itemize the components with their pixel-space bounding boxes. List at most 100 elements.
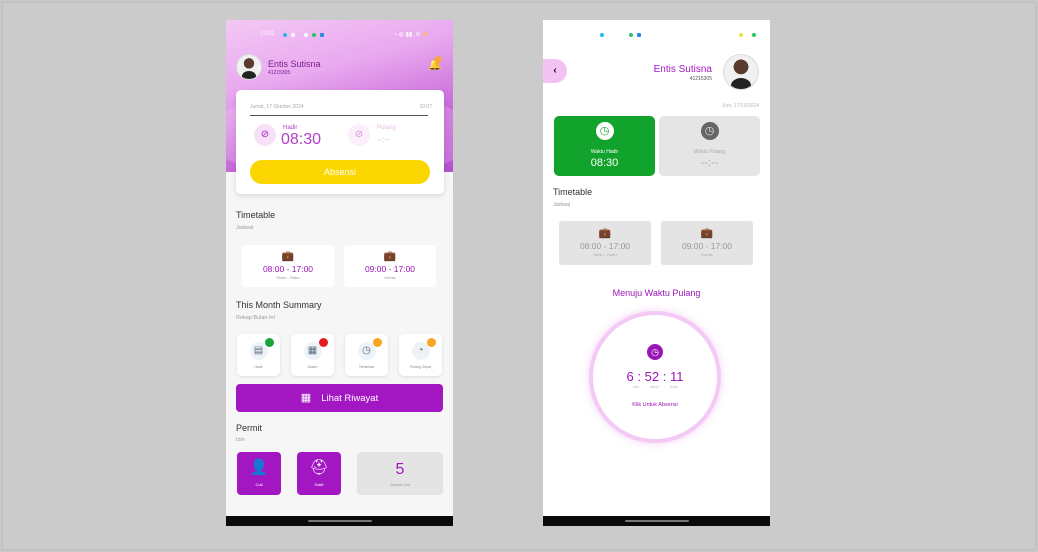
user-name: Entis Sutisna	[268, 59, 321, 69]
timetable-item[interactable]: 💼 09:00 - 17:00 Kamis	[661, 221, 753, 265]
history-button-label: Lihat Riwayat	[321, 393, 379, 404]
divider	[250, 115, 428, 116]
absensi-button[interactable]: Absensi	[250, 160, 430, 184]
check-out-label: Waktu Pulang	[694, 149, 725, 155]
status-dot-icon	[283, 33, 287, 37]
briefcase-clock-icon: 💼	[383, 251, 397, 262]
calendar-grid-icon: ▦	[300, 392, 312, 404]
attendance-card: Jumat, 17 Oktober 2024 10:07 ⊘ Hadir 08:…	[236, 90, 444, 194]
check-circle-icon: ⊘	[254, 124, 276, 146]
badge	[318, 338, 328, 347]
avatar[interactable]	[723, 54, 759, 90]
status-dot-icon	[291, 33, 295, 37]
navigation-bar	[543, 516, 770, 526]
home-handle[interactable]	[624, 520, 689, 522]
status-time: 10:01	[260, 31, 276, 37]
click-hint: Klik Untuk Absensi	[632, 402, 678, 408]
countdown-button[interactable]: ◷ 6 : 52 : 11 Jam Menit Detik Klik Untuk…	[589, 311, 721, 443]
calendar-icon: ▦	[303, 338, 328, 360]
check-out-card: ◷ Waktu Pulang --:--	[659, 116, 760, 176]
timetable-item[interactable]: 💼 09:00 - 17:00 Kamis	[344, 245, 436, 287]
status-dot-icon	[739, 33, 743, 37]
timetable-days: Kamis	[701, 252, 713, 257]
clock-alarm-icon: ◷	[357, 338, 382, 360]
briefcase-clock-icon: 💼	[700, 228, 714, 239]
home-handle[interactable]	[307, 520, 372, 522]
check-circle-icon: ⊘	[348, 124, 370, 146]
history-button[interactable]: ▦ Lihat Riwayat	[236, 384, 443, 412]
timetable-subtitle: Jadwal	[236, 225, 254, 231]
badge	[426, 338, 436, 347]
check-in-time: 08:30	[281, 131, 322, 148]
attendance-clock: 10:07	[419, 104, 432, 110]
attendance-date: Jumat, 17 Oktober 2024	[250, 104, 304, 110]
summary-label: Hadir	[254, 365, 263, 369]
status-dot-icon	[600, 33, 604, 37]
summary-pulang-cepat[interactable]: ◔ Pulang Cepat	[399, 334, 442, 376]
timetable-days: Senin - Rabu	[593, 252, 617, 257]
timetable-title: Timetable	[553, 187, 593, 197]
check-in-card: ◷ Waktu Hadir 08:30	[554, 116, 655, 176]
summary-subtitle: Rekap Bulan Ini	[236, 315, 275, 321]
summary-terlambat[interactable]: ◷ Terlambat	[345, 334, 388, 376]
permit-title: Permit	[236, 423, 263, 433]
timetable-days: Kamis	[384, 275, 396, 280]
user-clock-icon: 👤	[249, 459, 269, 476]
user-id: 41215305	[689, 76, 712, 82]
user-name: Entis Sutisna	[653, 64, 712, 75]
check-in-label: Waktu Hadir	[590, 149, 619, 155]
status-dot-icon	[629, 33, 633, 37]
status-dot-icon	[637, 33, 641, 37]
timetable-time: 09:00 - 17:00	[681, 241, 733, 251]
check-out-time: --:--	[377, 135, 390, 144]
summary-label: Terlambat	[358, 365, 375, 369]
date-label: Jum, 17/10/2024	[721, 103, 759, 109]
status-bar: 10:01 ▪ ◍ ▮▮ .ıll ⚡	[226, 20, 453, 50]
countdown-value: 6 : 52 : 11	[626, 369, 684, 384]
user-id: 41215305	[268, 70, 291, 76]
permit-total-value: 5	[395, 461, 405, 478]
clock-icon: ◷	[700, 122, 719, 140]
summary-title: This Month Summary	[236, 300, 322, 310]
clock-alarm-icon: ◔	[411, 338, 436, 360]
summary-hadir[interactable]: ▤ Hadir	[237, 334, 280, 376]
dashboard-screen: 10:01 ▪ ◍ ▮▮ .ıll ⚡ Entis Sutisna 412153…	[226, 20, 453, 526]
timetable-title: Timetable	[236, 210, 276, 220]
summary-label: Absen	[307, 365, 318, 369]
permit-subtitle: Izin	[236, 437, 245, 443]
navigation-bar	[226, 516, 453, 526]
status-dot-icon	[320, 33, 324, 37]
timetable-time: 08:00 - 17:00	[262, 264, 314, 274]
status-dot-icon	[752, 33, 756, 37]
sakit-button[interactable]: ⛑ Sakit	[297, 452, 341, 495]
status-dot-icon	[304, 33, 308, 37]
timetable-item[interactable]: 💼 08:00 - 17:00 Senin - Rabu	[559, 221, 651, 265]
cuti-label: Cuti	[255, 482, 263, 487]
badge	[264, 338, 274, 347]
check-in-time: 08:30	[590, 157, 619, 169]
cuti-button[interactable]: 👤 Cuti	[237, 452, 281, 495]
check-out-label: Pulang	[377, 125, 396, 131]
timetable-time: 09:00 - 17:00	[364, 264, 416, 274]
check-out-time: --:--	[700, 157, 719, 169]
timetable-subtitle: Jadwal	[553, 202, 571, 208]
permit-total: 5 Jumlah Izin	[357, 452, 443, 495]
briefcase-clock-icon: 💼	[281, 251, 295, 262]
clipboard-icon: ▤	[249, 338, 274, 360]
canvas-background	[2, 2, 1036, 550]
clock-icon: ◷	[595, 122, 614, 140]
timetable-days: Senin - Rabu	[276, 275, 300, 280]
avatar[interactable]	[236, 54, 262, 80]
briefcase-clock-icon: 💼	[598, 228, 612, 239]
status-indicators: ▪ ◍ ▮▮ .ıll ⚡	[394, 32, 429, 38]
summary-label: Pulang Cepat	[409, 365, 432, 369]
summary-absen[interactable]: ▦ Absen	[291, 334, 334, 376]
timetable-item[interactable]: 💼 08:00 - 17:00 Senin - Rabu	[242, 245, 334, 287]
back-arrow-icon[interactable]: ‹	[543, 59, 567, 83]
status-dot-icon	[312, 33, 316, 37]
permit-total-label: Jumlah Izin	[389, 482, 411, 487]
doctor-icon: ⛑	[309, 459, 329, 476]
status-bar	[543, 20, 770, 50]
badge	[372, 338, 382, 347]
countdown-heading: Menuju Waktu Pulang	[612, 288, 701, 298]
